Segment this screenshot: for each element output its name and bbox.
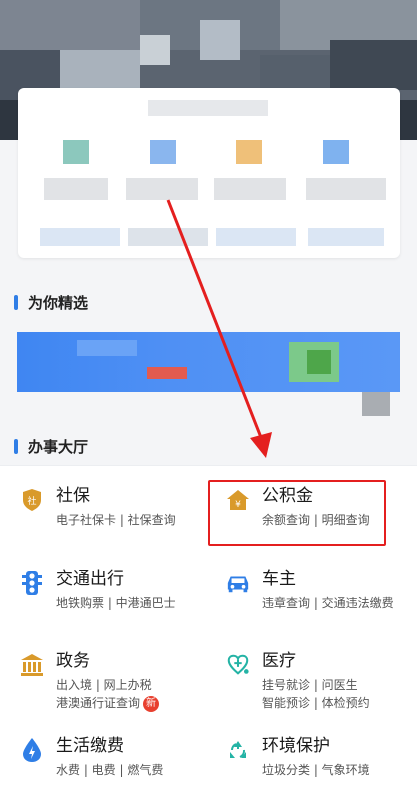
blurred-link <box>308 228 384 246</box>
service-government-affairs[interactable]: 政务 出入境 | 网上办税 港澳通行证查询新 <box>20 650 160 712</box>
blurred-icon <box>150 140 176 164</box>
section-accent-bar <box>14 439 18 454</box>
service-utility-payment[interactable]: 生活缴费 水费 | 电费 | 燃气费 <box>20 735 163 779</box>
water-drop-icon <box>20 738 44 762</box>
service-car-owner[interactable]: 车主 违章查询 | 交通违法缴费 <box>226 568 394 612</box>
service-name: 政务 <box>56 651 90 671</box>
service-subtitle: 出入境 | 网上办税 <box>56 678 152 692</box>
recommended-title-text: 为你精选 <box>28 294 89 312</box>
service-hall-section-title: 办事大厅 <box>14 436 88 457</box>
blurred-link <box>128 228 208 246</box>
blurred-label <box>214 178 286 200</box>
service-subtitle: 垃圾分类 | 气象环境 <box>262 763 370 777</box>
service-subtitle: 挂号就诊 | 问医生 <box>262 678 358 692</box>
service-subtitle: 水费 | 电费 | 燃气费 <box>56 763 164 777</box>
service-subtitle: 电子社保卡 | 社保查询 <box>56 513 176 527</box>
blurred-label <box>44 178 108 200</box>
new-badge: 新 <box>143 695 160 712</box>
blurred-icon <box>323 140 349 164</box>
recycle-icon <box>226 738 250 762</box>
service-subtitle-line2: 港澳通行证查询 <box>56 696 141 710</box>
service-name: 医疗 <box>262 651 296 671</box>
service-subtitle: 地铁购票 | 中港通巴士 <box>56 596 176 610</box>
service-name: 车主 <box>262 569 296 589</box>
card-title-placeholder <box>148 100 268 116</box>
housing-fund-highlight-box <box>208 480 386 546</box>
service-name: 交通出行 <box>56 569 124 589</box>
service-name: 生活缴费 <box>56 736 124 756</box>
service-medical[interactable]: 医疗 挂号就诊 | 问医生 智能预诊 | 体检预约 <box>226 650 370 712</box>
service-social-security[interactable]: 社 社保 电子社保卡 | 社保查询 <box>20 485 176 529</box>
service-subtitle-line2: 智能预诊 | 体检预约 <box>262 696 370 710</box>
car-icon <box>226 571 250 595</box>
service-name: 社保 <box>56 486 90 506</box>
blurred-link <box>40 228 120 246</box>
stethoscope-heart-icon <box>226 653 250 677</box>
service-environment[interactable]: 环境保护 垃圾分类 | 气象环境 <box>226 735 370 779</box>
blurred-icon <box>236 140 262 164</box>
section-accent-bar <box>14 295 18 310</box>
blurred-link <box>216 228 296 246</box>
service-name: 环境保护 <box>262 736 330 756</box>
service-transportation[interactable]: 交通出行 地铁购票 | 中港通巴士 <box>20 568 176 612</box>
blurred-icon <box>63 140 89 164</box>
government-building-icon <box>20 653 44 677</box>
blurred-indicator <box>362 392 390 416</box>
service-subtitle: 违章查询 | 交通违法缴费 <box>262 596 394 610</box>
blurred-label <box>306 178 386 200</box>
service-hall-title-text: 办事大厅 <box>28 438 89 456</box>
recommended-section-title: 为你精选 <box>14 292 88 313</box>
promo-banner[interactable] <box>17 332 400 392</box>
blurred-label <box>126 178 198 200</box>
shield-icon: 社 <box>20 488 44 512</box>
quick-services-card <box>18 88 400 258</box>
traffic-light-icon <box>20 571 44 595</box>
svg-text:社: 社 <box>27 495 36 507</box>
